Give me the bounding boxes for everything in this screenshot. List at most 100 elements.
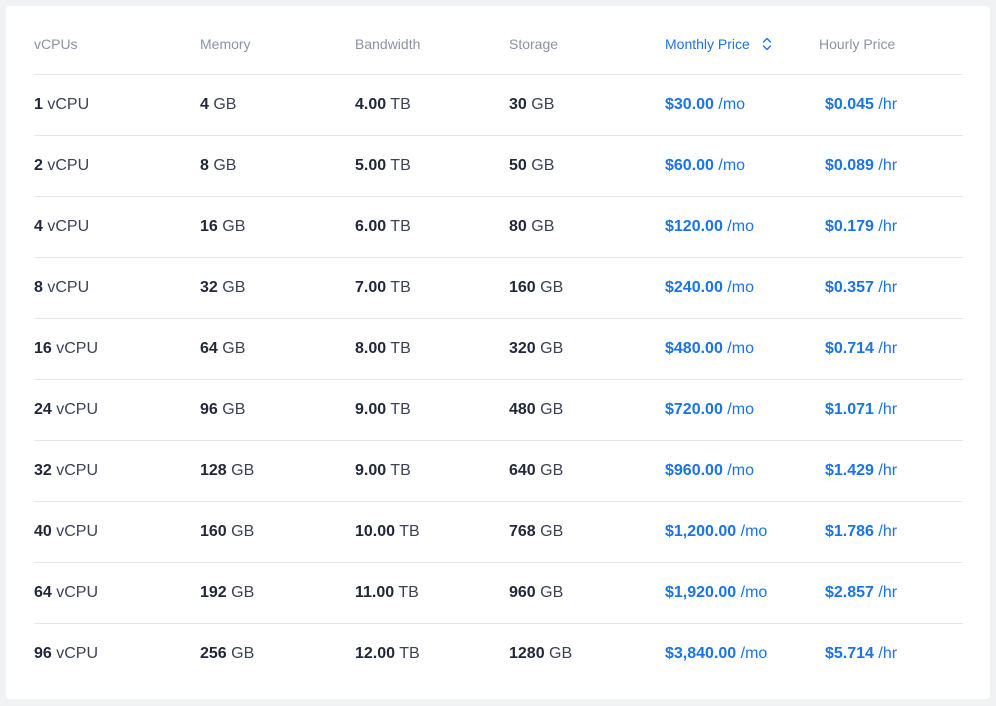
cell-memory-value: 64	[200, 340, 218, 357]
cell-bandwidth-unit: TB	[399, 523, 420, 540]
cell-memory-value: 4	[200, 96, 209, 113]
cell-storage-unit: GB	[540, 462, 564, 479]
cell-storage: 768 GB	[509, 523, 563, 541]
header-bandwidth[interactable]: Bandwidth	[355, 36, 420, 52]
cell-storage-value: 320	[509, 340, 536, 357]
table-row: 2 vCPU 8 GB 5.00 TB 50 GB $60.00 /mo $0.089 /…	[34, 136, 963, 197]
cell-hourly-price-value: $1.786	[825, 523, 874, 540]
cell-monthly-price-value: $1,920.00	[665, 584, 737, 601]
cell-hourly-price: $5.714 /hr	[825, 645, 897, 663]
cell-storage: 640 GB	[509, 462, 563, 480]
cell-storage: 50 GB	[509, 157, 554, 175]
cell-storage-unit: GB	[540, 523, 564, 540]
cell-vcpus-value: 32	[34, 462, 52, 479]
cell-hourly-price-unit: /hr	[878, 584, 898, 601]
cell-memory: 8 GB	[200, 157, 236, 175]
cell-hourly-price: $0.179 /hr	[825, 218, 897, 236]
cell-storage-unit: GB	[540, 584, 564, 601]
cell-vcpus: 2 vCPU	[34, 157, 89, 175]
cell-bandwidth-unit: TB	[398, 584, 419, 601]
cell-bandwidth-unit: TB	[390, 96, 411, 113]
table-row: 8 vCPU 32 GB 7.00 TB 160 GB $240.00 /mo $0.35…	[34, 258, 963, 319]
cell-hourly-price-value: $0.357	[825, 279, 874, 296]
cell-monthly-price: $720.00 /mo	[665, 401, 754, 419]
cell-hourly-price-unit: /hr	[878, 462, 898, 479]
cell-hourly-price: $0.357 /hr	[825, 279, 897, 297]
cell-storage-value: 1280	[509, 645, 545, 662]
cell-hourly-price: $0.089 /hr	[825, 157, 897, 175]
cell-hourly-price-value: $1.429	[825, 462, 874, 479]
header-vcpus[interactable]: vCPUs	[34, 36, 78, 52]
cell-storage-value: 50	[509, 157, 527, 174]
table-row: 4 vCPU 16 GB 6.00 TB 80 GB $120.00 /mo $0.179…	[34, 197, 963, 258]
header-monthly-price[interactable]: Monthly Price	[665, 36, 772, 52]
header-memory[interactable]: Memory	[200, 36, 251, 52]
cell-storage-value: 80	[509, 218, 527, 235]
cell-memory: 192 GB	[200, 584, 254, 602]
cell-memory: 64 GB	[200, 340, 245, 358]
cell-vcpus-value: 96	[34, 645, 52, 662]
cell-storage-value: 30	[509, 96, 527, 113]
cell-monthly-price: $1,920.00 /mo	[665, 584, 767, 602]
cell-vcpus: 24 vCPU	[34, 401, 98, 419]
cell-monthly-price-unit: /mo	[727, 218, 754, 235]
cell-hourly-price-unit: /hr	[878, 279, 898, 296]
cell-monthly-price-value: $30.00	[665, 96, 714, 113]
cell-memory-value: 160	[200, 523, 227, 540]
header-storage[interactable]: Storage	[509, 36, 558, 52]
cell-bandwidth-unit: TB	[390, 462, 411, 479]
cell-bandwidth: 11.00 TB	[355, 584, 419, 602]
cell-hourly-price-unit: /hr	[878, 96, 898, 113]
pricing-table: vCPUs Memory Bandwidth Storage Monthly P…	[6, 6, 990, 699]
cell-bandwidth-value: 8.00	[355, 340, 387, 357]
cell-memory-value: 256	[200, 645, 227, 662]
cell-monthly-price-value: $720.00	[665, 401, 723, 418]
cell-storage-unit: GB	[531, 157, 555, 174]
cell-memory-value: 192	[200, 584, 227, 601]
cell-storage: 160 GB	[509, 279, 563, 297]
cell-bandwidth-value: 6.00	[355, 218, 387, 235]
cell-bandwidth-value: 10.00	[355, 523, 396, 540]
cell-monthly-price-unit: /mo	[727, 279, 754, 296]
cell-memory: 4 GB	[200, 96, 236, 114]
cell-monthly-price-unit: /mo	[718, 157, 746, 174]
cell-vcpus-value: 24	[34, 401, 52, 418]
cell-memory-value: 96	[200, 401, 218, 418]
cell-hourly-price-unit: /hr	[878, 157, 898, 174]
sort-up-down-chevron-icon[interactable]	[762, 37, 772, 51]
cell-storage-value: 480	[509, 401, 536, 418]
cell-vcpus-unit: vCPU	[47, 96, 90, 113]
cell-monthly-price-value: $480.00	[665, 340, 723, 357]
cell-monthly-price: $60.00 /mo	[665, 157, 745, 175]
cell-hourly-price: $0.045 /hr	[825, 96, 897, 114]
header-hourly-price[interactable]: Hourly Price	[819, 36, 895, 52]
cell-bandwidth-value: 11.00	[355, 584, 395, 601]
cell-bandwidth-unit: TB	[390, 157, 411, 174]
cell-vcpus-value: 8	[34, 279, 43, 296]
cell-hourly-price-value: $0.179	[825, 218, 874, 235]
table-row: 40 vCPU 160 GB 10.00 TB 768 GB $1,200.00 /mo…	[34, 502, 963, 563]
cell-memory-unit: GB	[231, 523, 255, 540]
cell-storage: 480 GB	[509, 401, 563, 419]
cell-memory-value: 8	[200, 157, 209, 174]
cell-bandwidth-value: 5.00	[355, 157, 387, 174]
cell-hourly-price-unit: /hr	[878, 523, 898, 540]
cell-vcpus-value: 1	[34, 96, 43, 113]
cell-memory: 256 GB	[200, 645, 254, 663]
cell-bandwidth-unit: TB	[390, 218, 411, 235]
cell-monthly-price-unit: /mo	[740, 584, 768, 601]
cell-storage: 1280 GB	[509, 645, 572, 663]
cell-bandwidth: 9.00 TB	[355, 462, 411, 480]
cell-memory: 32 GB	[200, 279, 245, 297]
table-header: vCPUs Memory Bandwidth Storage Monthly P…	[34, 6, 963, 75]
cell-memory-unit: GB	[213, 157, 237, 174]
cell-vcpus-unit: vCPU	[56, 645, 99, 662]
cell-vcpus-value: 2	[34, 157, 43, 174]
cell-vcpus: 64 vCPU	[34, 584, 98, 602]
cell-hourly-price-unit: /hr	[878, 218, 898, 235]
cell-monthly-price-unit: /mo	[727, 462, 754, 479]
cell-storage-unit: GB	[540, 340, 564, 357]
cell-monthly-price-unit: /mo	[718, 96, 746, 113]
cell-monthly-price: $120.00 /mo	[665, 218, 754, 236]
cell-bandwidth-value: 9.00	[355, 401, 387, 418]
